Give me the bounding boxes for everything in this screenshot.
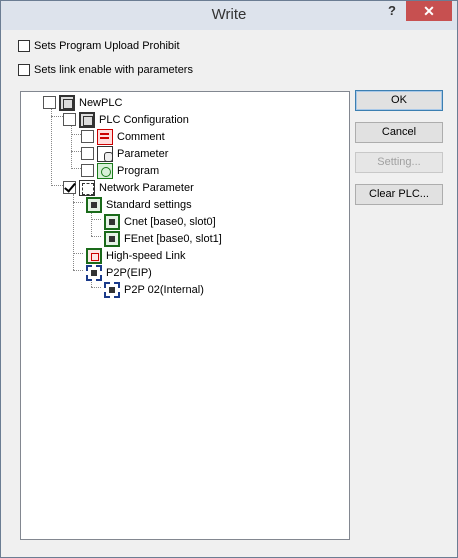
module-icon xyxy=(86,196,102,213)
node-checkbox[interactable] xyxy=(81,164,94,177)
tree-line xyxy=(51,185,63,186)
node-label: Standard settings xyxy=(106,198,192,211)
upload-prohibit-checkbox[interactable] xyxy=(18,40,30,52)
node-label: Network Parameter xyxy=(99,181,194,194)
tree-line xyxy=(71,168,81,169)
node-label: Comment xyxy=(117,130,165,143)
tree-node-fenet[interactable]: FEnet [base0, slot1] xyxy=(101,230,222,247)
p2p-icon xyxy=(104,281,120,298)
tree-node-standard-settings[interactable]: Standard settings xyxy=(83,196,192,213)
help-button[interactable]: ? xyxy=(379,1,405,21)
plc-icon xyxy=(79,111,95,128)
setting-button[interactable]: Setting... xyxy=(355,152,443,173)
tree-line xyxy=(73,270,83,271)
dialog-body: Sets Program Upload Prohibit Sets link e… xyxy=(8,30,450,549)
node-checkbox[interactable] xyxy=(81,130,94,143)
upload-prohibit-label: Sets Program Upload Prohibit xyxy=(34,40,180,52)
tree-line xyxy=(71,134,81,135)
p2p-icon xyxy=(86,264,102,281)
upload-prohibit-option[interactable]: Sets Program Upload Prohibit xyxy=(18,40,180,52)
tree-line xyxy=(71,124,72,169)
node-label: Parameter xyxy=(117,147,169,160)
parameter-icon xyxy=(97,145,113,162)
tree-node-cnet[interactable]: Cnet [base0, slot0] xyxy=(101,213,216,230)
tree-line xyxy=(51,116,63,117)
link-enable-checkbox[interactable] xyxy=(18,64,30,76)
tree-line xyxy=(51,105,52,186)
tree-line xyxy=(73,202,83,203)
ok-button[interactable]: OK xyxy=(355,90,443,111)
clear-plc-button[interactable]: Clear PLC... xyxy=(355,184,443,205)
node-label: Program xyxy=(117,164,160,177)
node-label: Cnet [base0, slot0] xyxy=(124,215,216,228)
tree-line xyxy=(91,210,92,236)
node-label: P2P 02(Internal) xyxy=(124,283,204,296)
node-label: High-speed Link xyxy=(106,249,186,262)
plc-tree[interactable]: NewPLC PLC Configuration Comment Paramet… xyxy=(20,91,350,540)
tree-node-p2p-eip[interactable]: P2P(EIP) xyxy=(83,264,152,281)
tree-line xyxy=(71,151,81,152)
module-icon xyxy=(104,230,120,247)
node-checkbox[interactable] xyxy=(63,181,76,194)
tree-node-network-parameter[interactable]: Network Parameter xyxy=(63,179,194,196)
node-checkbox[interactable] xyxy=(63,113,76,126)
write-dialog: Write ? ✕ Sets Program Upload Prohibit S… xyxy=(0,0,458,558)
tree-line xyxy=(91,236,101,237)
title-bar[interactable]: Write ? ✕ xyxy=(1,1,457,30)
tree-line xyxy=(73,194,74,270)
tree-node-newplc[interactable]: NewPLC xyxy=(43,94,122,111)
comment-icon xyxy=(97,128,113,145)
node-label: P2P(EIP) xyxy=(106,266,152,279)
tree-node-plc-configuration[interactable]: PLC Configuration xyxy=(63,111,189,128)
cancel-button[interactable]: Cancel xyxy=(355,122,443,143)
tree-node-program[interactable]: Program xyxy=(81,162,159,179)
node-label: NewPLC xyxy=(79,96,123,109)
highspeed-icon xyxy=(86,247,102,264)
tree-line xyxy=(91,219,101,220)
tree-node-p2p-02[interactable]: P2P 02(Internal) xyxy=(101,281,204,298)
node-checkbox[interactable] xyxy=(81,147,94,160)
close-button[interactable]: ✕ xyxy=(406,1,452,21)
module-icon xyxy=(104,213,120,230)
tree-node-parameter[interactable]: Parameter xyxy=(81,145,168,162)
tree-line xyxy=(91,287,101,288)
node-checkbox[interactable] xyxy=(43,96,56,109)
network-icon xyxy=(79,179,95,196)
node-label: PLC Configuration xyxy=(99,113,189,126)
tree-node-high-speed-link[interactable]: High-speed Link xyxy=(83,247,186,264)
program-icon xyxy=(97,162,113,179)
node-label: FEnet [base0, slot1] xyxy=(124,232,222,245)
link-enable-option[interactable]: Sets link enable with parameters xyxy=(18,64,193,76)
plc-icon xyxy=(59,94,75,111)
link-enable-label: Sets link enable with parameters xyxy=(34,64,193,76)
tree-line xyxy=(73,253,83,254)
tree-node-comment[interactable]: Comment xyxy=(81,128,165,145)
